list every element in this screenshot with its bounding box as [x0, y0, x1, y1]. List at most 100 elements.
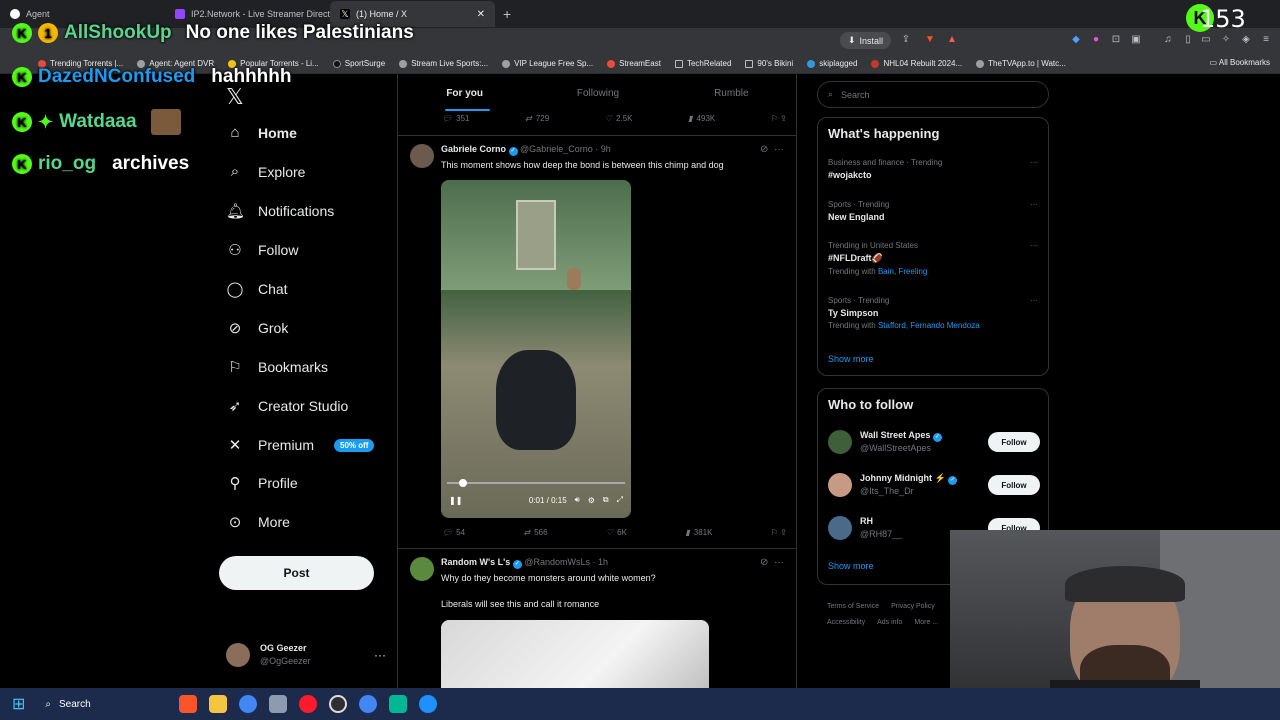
more-dots-icon[interactable]: ··· [1030, 241, 1038, 250]
chrome-app-icon[interactable] [239, 695, 258, 713]
bookmark-folder[interactable]: 90's Bikini [745, 59, 793, 68]
leo-icon[interactable]: ✧ [1220, 33, 1232, 45]
search-input[interactable]: ⌕ Search [817, 81, 1049, 108]
tweet-author-handle[interactable]: @Gabriele_Corno [520, 144, 593, 154]
brave-shield-icon[interactable]: ▼ [924, 33, 936, 45]
bookmark-item[interactable]: NHL04 Rebuilt 2024... [871, 59, 962, 68]
share-icon[interactable]: ⇪ [900, 33, 912, 45]
windows-start-icon[interactable]: ⊞ [12, 694, 25, 714]
tab-rumble[interactable]: Rumble [665, 88, 796, 99]
menu-icon[interactable]: ≡ [1260, 33, 1272, 45]
views-button[interactable]: ▮ 493K [688, 114, 715, 123]
opera-app-icon[interactable] [299, 695, 318, 713]
avatar[interactable] [410, 144, 434, 168]
more-dots-icon[interactable]: ··· [774, 557, 784, 568]
vpn-icon[interactable]: ◈ [1240, 33, 1252, 45]
rewards-icon[interactable]: ▲ [946, 33, 958, 45]
repost-button[interactable]: ⇄ 729 [525, 114, 549, 123]
reply-button[interactable]: 💬︎ 351 [442, 114, 470, 123]
trend-item[interactable]: Sports · Trending Ty Simpson Trending wi… [828, 296, 1038, 330]
footer-link[interactable]: Privacy Policy [891, 603, 935, 610]
footer-link[interactable]: Terms of Service [827, 603, 879, 610]
sidebar-item-follow[interactable]: ⚇ Follow [226, 241, 298, 259]
more-dots-icon[interactable]: ··· [1030, 296, 1038, 305]
chrome-app-icon[interactable] [359, 695, 378, 713]
tab-for-you[interactable]: For you [398, 88, 531, 99]
sidebar-item-profile[interactable]: ⚲ Profile [226, 474, 298, 492]
taskbar-search[interactable]: ⌕ Search [37, 693, 167, 715]
follow-suggestion[interactable]: Wall Street Apes ✓ @WallStreetApes Follow [828, 427, 1040, 457]
sidebar-item-premium[interactable]: ✕ Premium 50% off [226, 436, 375, 454]
fullscreen-icon[interactable]: ⤢ [617, 495, 623, 505]
tweet-author-name[interactable]: Gabriele Corno [441, 144, 506, 154]
more-dots-icon[interactable]: ··· [374, 648, 386, 662]
new-tab-icon[interactable]: + [495, 6, 519, 22]
views-button[interactable]: ▮ 381K [685, 528, 712, 537]
bookmark-item[interactable]: SportSurge [332, 59, 385, 68]
volume-icon[interactable]: 🔊︎ [575, 495, 580, 505]
tweet-author-handle[interactable]: @RandomWsLs [524, 557, 590, 567]
follow-suggestion[interactable]: Johnny Midnight ⚡ ✓ @Its_The_Dr Follow [828, 470, 1040, 500]
trend-with-links[interactable]: Bain, Freeling [878, 267, 927, 276]
repost-button[interactable]: ⇄ 566 [523, 528, 547, 537]
tab-following[interactable]: Following [531, 88, 664, 99]
trend-item[interactable]: Sports · Trending New England ··· [828, 200, 1038, 222]
footer-link[interactable]: Accessibility [827, 619, 865, 626]
bookmark-button[interactable]: ⚐ ⇪ [771, 528, 787, 537]
trend-item[interactable]: Trending in United States #NFLDraft🏈 Tre… [828, 241, 1038, 276]
video-progress-track[interactable] [447, 479, 625, 487]
brave-app-icon[interactable] [179, 695, 198, 713]
file-explorer-icon[interactable] [209, 695, 228, 713]
show-more-link[interactable]: Show more [828, 561, 874, 571]
sidebar-item-grok[interactable]: ⊘ Grok [226, 319, 289, 337]
video-player[interactable]: ❚❚ 0:01 / 0:15 🔊︎ ⚙ ⧉ ⤢ [441, 180, 631, 518]
bookmark-folder[interactable]: TechRelated [674, 59, 731, 68]
sidebar-item-chat[interactable]: ◯ Chat [226, 280, 288, 298]
wallet-icon[interactable]: ▭ [1200, 33, 1212, 45]
post-button[interactable]: Post [219, 556, 374, 590]
sidebar-item-bookmarks[interactable]: ⚐ Bookmarks [226, 358, 328, 376]
sidebar-item-creator-studio[interactable]: ➶ Creator Studio [226, 397, 349, 415]
settings-icon[interactable]: ⚙ [588, 496, 595, 505]
sidebar-item-notifications[interactable]: 🔔︎ Notifications [226, 202, 334, 220]
reply-button[interactable]: 💬︎ 54 [442, 528, 465, 537]
bookmark-item[interactable]: Stream Live Sports:... [399, 59, 488, 68]
tweet-media[interactable] [441, 620, 709, 688]
app-icon[interactable] [389, 695, 408, 713]
obs-app-icon[interactable] [329, 695, 348, 713]
sidebar-item-home[interactable]: ⌂ Home [226, 124, 296, 141]
video-progress-handle[interactable] [459, 479, 467, 487]
like-button[interactable]: ♡ 2.5K [605, 114, 633, 123]
like-button[interactable]: ♡ 6K [606, 528, 627, 537]
install-button[interactable]: ⬇ Install [840, 32, 892, 49]
avatar[interactable] [410, 557, 434, 581]
sidebar-icon[interactable]: ▯ [1182, 33, 1194, 45]
extension-icon[interactable]: ● [1090, 33, 1102, 45]
pip-icon[interactable]: ⧉ [603, 495, 609, 505]
follow-button[interactable]: Follow [988, 432, 1040, 452]
more-dots-icon[interactable]: ··· [1030, 200, 1038, 209]
extension-icon[interactable]: ▣ [1130, 33, 1142, 45]
follow-button[interactable]: Follow [988, 475, 1040, 495]
grok-tweet-icon[interactable]: ⊘ [760, 144, 768, 155]
show-more-link[interactable]: Show more [828, 354, 874, 364]
extension-icon[interactable]: ⊡ [1110, 33, 1122, 45]
footer-link[interactable]: Ads info [877, 619, 902, 626]
trend-item[interactable]: Business and finance · Trending #wojakct… [828, 158, 1038, 180]
account-switcher[interactable]: OG Geezer @OgGeezer ··· [226, 642, 386, 668]
bookmark-button[interactable]: ⚐ ⇪ [771, 114, 787, 123]
extension-icon[interactable]: ◆ [1070, 33, 1082, 45]
footer-link[interactable]: More ... [914, 619, 938, 626]
tweet-time[interactable]: 1h [598, 557, 608, 567]
more-dots-icon[interactable]: ··· [774, 144, 784, 155]
grok-tweet-icon[interactable]: ⊘ [760, 557, 768, 568]
media-icon[interactable]: ♫ [1162, 33, 1174, 45]
all-bookmarks-folder[interactable]: ▭ All Bookmarks [1210, 58, 1270, 67]
app-icon[interactable] [419, 695, 438, 713]
tweet-time[interactable]: 9h [601, 144, 611, 154]
sidebar-item-more[interactable]: ⊙ More [226, 513, 290, 531]
bookmark-item[interactable]: StreamEast [607, 59, 661, 68]
bookmark-item[interactable]: VIP League Free Sp... [502, 59, 593, 68]
trend-with-links[interactable]: Stafford, Fernando Mendoza [878, 321, 980, 330]
pause-icon[interactable]: ❚❚ [449, 496, 462, 505]
